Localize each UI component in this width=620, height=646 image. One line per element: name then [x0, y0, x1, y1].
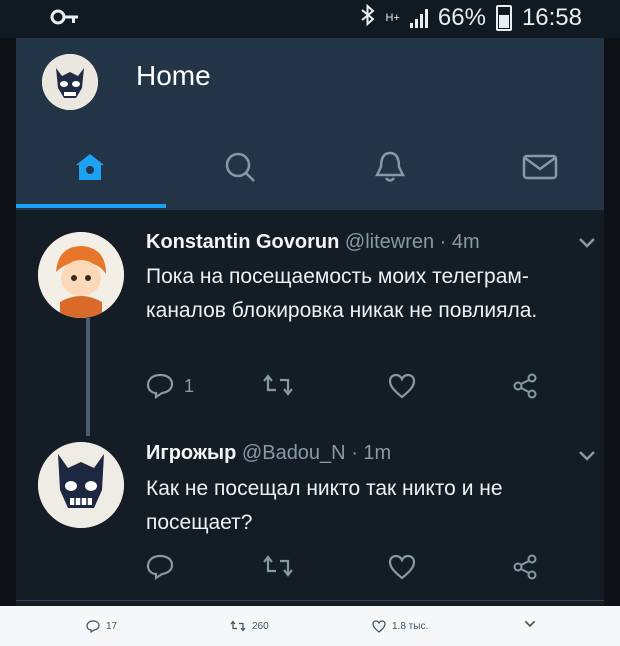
signal-icon — [409, 8, 428, 28]
retweet-icon — [263, 374, 293, 396]
footer-retweets[interactable]: 260 — [230, 620, 269, 632]
tweet-avatar[interactable] — [38, 442, 124, 528]
tab-notifications[interactable] — [316, 128, 463, 210]
reply-count: 1 — [184, 375, 195, 396]
author-name[interactable]: Игрожыр — [146, 442, 236, 464]
status-bar: H+ 66% 16:58 — [0, 0, 620, 38]
share-icon — [513, 554, 537, 580]
tab-messages[interactable] — [466, 128, 613, 210]
share-icon — [513, 373, 537, 399]
retweet-button[interactable] — [262, 554, 294, 578]
profile-avatar[interactable] — [42, 54, 98, 110]
heart-icon — [388, 373, 416, 399]
author-name[interactable]: Konstantin Govorun — [146, 231, 339, 253]
search-icon — [223, 150, 257, 189]
footer-like-count: 1.8 тыс. — [392, 621, 429, 632]
reply-button[interactable] — [146, 554, 184, 580]
home-icon — [73, 151, 107, 188]
clock: 16:58 — [521, 4, 582, 31]
reply-icon — [86, 620, 100, 633]
footer-chevron-down-icon[interactable] — [524, 620, 536, 628]
thread-connector — [86, 318, 90, 436]
reply-button[interactable]: 1 — [146, 373, 194, 399]
like-button[interactable] — [388, 373, 416, 399]
heart-icon — [388, 554, 416, 580]
reply-icon — [146, 554, 174, 580]
tweet-header: Игрожыр @Badou_N · 1m — [146, 442, 392, 464]
retweet-icon — [230, 620, 246, 632]
divider — [16, 600, 604, 601]
like-button[interactable] — [388, 554, 416, 580]
reply-icon — [146, 373, 174, 399]
network-type: H+ — [385, 12, 400, 24]
tweet-time: 4m — [451, 231, 480, 253]
footer-retweet-count: 260 — [252, 620, 269, 632]
share-button[interactable] — [512, 554, 538, 580]
active-tab-indicator — [16, 204, 166, 208]
page-title: Home — [136, 60, 211, 91]
retweet-button[interactable] — [262, 373, 294, 397]
footer-likes[interactable]: 1.8 тыс. — [372, 620, 428, 633]
battery-icon — [495, 5, 512, 31]
tab-home[interactable] — [16, 128, 163, 210]
chevron-down-icon[interactable] — [578, 233, 596, 254]
bluetooth-icon — [360, 3, 376, 32]
chevron-down-icon[interactable] — [578, 446, 596, 467]
embed-footer: 17 260 1.8 тыс. — [0, 606, 620, 646]
heart-icon — [372, 620, 386, 633]
share-button[interactable] — [512, 373, 538, 399]
tab-bar — [16, 128, 604, 210]
footer-replies[interactable]: 17 — [86, 620, 117, 633]
tweet-text: Пока на посещаемость моих телеграм-канал… — [146, 265, 538, 322]
tweet-time: 1m — [363, 442, 392, 464]
author-handle[interactable]: @litewren — [345, 231, 434, 253]
tweet-text: Как не посещал никто так никто и не посе… — [146, 477, 503, 534]
retweet-icon — [263, 555, 293, 577]
tweet-header: Konstantin Govorun @litewren · 4m — [146, 231, 480, 253]
bell-icon — [373, 149, 407, 190]
battery-percent: 66% — [437, 4, 486, 31]
tweet-actions: 1 — [146, 373, 586, 403]
app-header: Home — [16, 38, 604, 210]
author-handle[interactable]: @Badou_N — [242, 442, 346, 464]
tweet-avatar[interactable] — [38, 232, 124, 318]
tweet-actions — [146, 554, 586, 584]
tab-search[interactable] — [166, 128, 313, 210]
key-icon — [50, 6, 80, 34]
mail-icon — [522, 153, 558, 186]
footer-reply-count: 17 — [106, 621, 118, 632]
